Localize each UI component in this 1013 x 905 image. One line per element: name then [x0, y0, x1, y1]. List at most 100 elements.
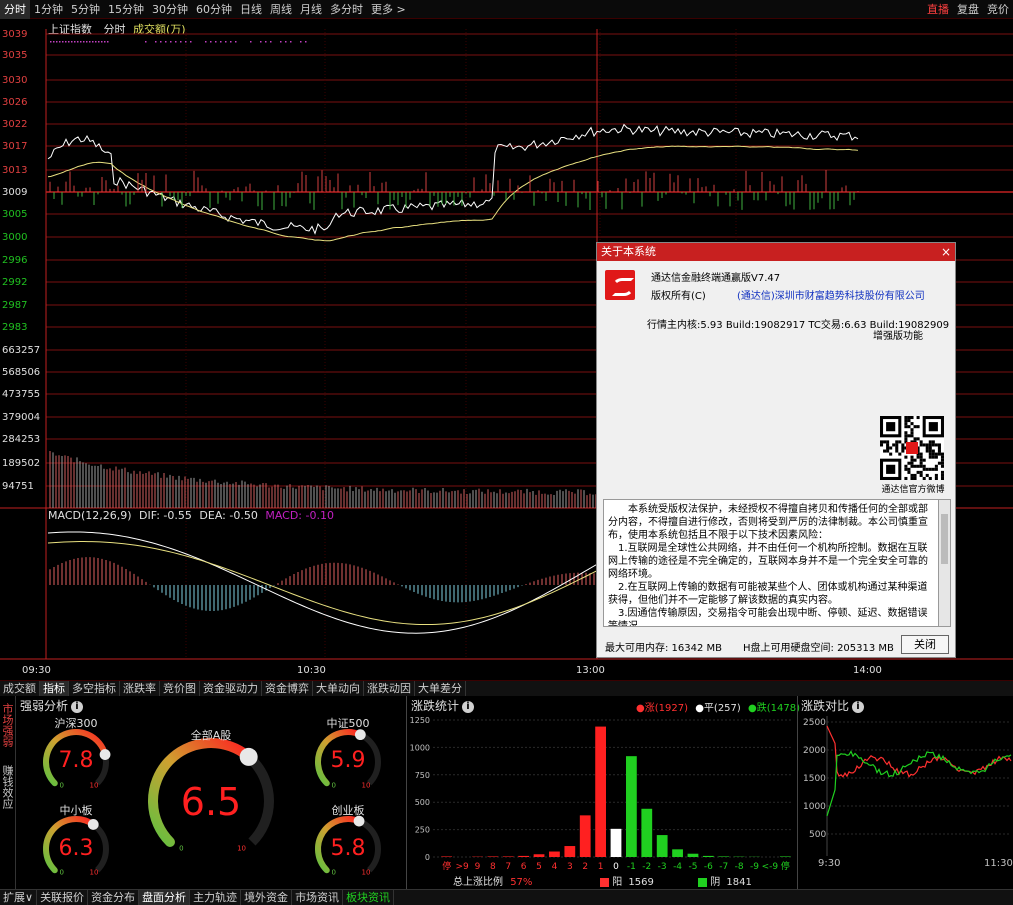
tab-big-order[interactable]: 大单动向	[313, 681, 364, 696]
gauge-label: 创业板	[331, 804, 365, 817]
close-icon[interactable]: ×	[941, 243, 951, 261]
qr-module	[928, 449, 932, 453]
tab-market-news[interactable]: 市场资讯	[292, 890, 344, 905]
replay-button[interactable]: 复盘	[953, 1, 983, 17]
signal-dot	[155, 41, 157, 43]
tab-monthly[interactable]: 月线	[296, 0, 326, 19]
disclaimer-paragraph: 3.因通信传输原因，交易指令可能会出现中断、停顿、延迟、数据错误等情况。	[608, 608, 928, 627]
tab-long-short[interactable]: 多空指标	[69, 681, 120, 696]
tab-more[interactable]: 更多 >	[367, 0, 410, 19]
tab-intraday[interactable]: 分时	[0, 0, 30, 19]
bar-x-tick: 1	[598, 862, 604, 871]
dialog-titlebar[interactable]: 关于本系统 ×	[597, 243, 955, 261]
compare-y-tick: 1000	[803, 802, 826, 812]
side-tabs: 市场强弱 赚钱效应	[0, 696, 16, 889]
bar-x-tick: 0	[613, 862, 619, 871]
volume-tick: 379004	[2, 412, 41, 423]
gauge-min-label: 0	[332, 869, 336, 877]
tab-fund-drive[interactable]: 资金驱动力	[200, 681, 262, 696]
price-tick: 3000	[2, 232, 28, 243]
tab-foreign-funds[interactable]: 境外资金	[241, 890, 293, 905]
qr-module	[901, 446, 905, 450]
qr-module	[889, 446, 893, 450]
updown-bar	[610, 828, 622, 857]
qr-module	[931, 455, 935, 459]
signal-dot	[265, 41, 267, 43]
disclaimer-paragraph: 本系统受版权法保护，未经授权不得擅自拷贝和传播任何的全部或部分内容，不得擅自进行…	[608, 504, 928, 541]
tab-big-order-diff[interactable]: 大单差分	[415, 681, 466, 696]
qr-module	[937, 452, 941, 456]
auction-button[interactable]: 竞价	[983, 1, 1013, 17]
tab-market-analysis[interactable]: 盘面分析	[139, 890, 191, 905]
macd-params: MACD(12,26,9)	[48, 509, 132, 522]
bar-x-tick: 2	[582, 862, 588, 871]
tab-60min[interactable]: 60分钟	[192, 0, 236, 19]
tab-money-effect[interactable]: 赚钱效应	[1, 758, 14, 814]
qr-module	[922, 443, 926, 447]
qr-module	[940, 455, 944, 459]
updown-bar	[702, 855, 714, 857]
about-dialog: 关于本系统 × 通达信金融终端通赢版V7.47 版权所有(C) (通达信)深圳市…	[596, 242, 956, 658]
qr-module	[940, 461, 944, 465]
tab-related-quotes[interactable]: 关联报价	[37, 890, 89, 905]
tab-1min[interactable]: 1分钟	[30, 0, 67, 19]
gauge-max-label: 10	[237, 844, 246, 852]
signal-dot	[250, 41, 252, 43]
qr-module	[928, 446, 932, 450]
qr-module	[934, 464, 938, 468]
tab-auction[interactable]: 竞价图	[160, 681, 200, 696]
qr-module	[913, 464, 917, 468]
tab-expand[interactable]: 扩展∨	[0, 890, 38, 905]
qr-caption: 通达信官方微博	[881, 485, 945, 495]
qr-module	[907, 434, 911, 438]
qr-module	[940, 464, 944, 468]
qr-module	[925, 443, 929, 447]
tab-indicator[interactable]: 指标	[40, 681, 69, 696]
ratio-value: 57%	[510, 877, 533, 888]
bottom-tabs: 扩展∨ 关联报价 资金分布 盘面分析 主力轨迹 境外资金 市场资讯 板块资讯	[0, 889, 1013, 905]
qr-module	[934, 473, 938, 477]
tab-fund-game[interactable]: 资金博弈	[262, 681, 313, 696]
qr-module	[910, 464, 914, 468]
tab-5min[interactable]: 5分钟	[67, 0, 104, 19]
tab-turnover[interactable]: 成交额	[0, 681, 40, 696]
yin-swatch	[698, 877, 707, 887]
tab-15min[interactable]: 15分钟	[104, 0, 148, 19]
bar-x-tick: 5	[536, 862, 542, 871]
qr-module	[907, 470, 911, 474]
qr-module	[886, 449, 890, 453]
tab-daily[interactable]: 日线	[236, 0, 266, 19]
signal-dot	[305, 41, 307, 43]
tab-multi-intraday[interactable]: 多分时	[326, 0, 367, 19]
tab-updown-cause[interactable]: 涨跌动因	[364, 681, 415, 696]
qr-module	[913, 458, 917, 462]
company-link[interactable]: (通达信)深圳市财富趋势科技股份有限公司	[737, 287, 925, 302]
qr-module	[901, 449, 905, 453]
tab-market-strength[interactable]: 市场强弱	[1, 696, 14, 752]
tab-main-track[interactable]: 主力轨迹	[190, 890, 242, 905]
signal-dot	[280, 41, 282, 43]
gauge-max-label: 10	[362, 869, 371, 877]
gauge-value: 6.3	[58, 836, 94, 861]
tab-weekly[interactable]: 周线	[266, 0, 296, 19]
disclaimer-scrollbar[interactable]	[939, 499, 951, 627]
price-tick: 3030	[2, 75, 28, 86]
qr-logo-icon	[906, 442, 918, 454]
updown-bar	[672, 849, 683, 857]
qr-module	[925, 473, 929, 477]
tab-updown-rate[interactable]: 涨跌率	[120, 681, 160, 696]
tab-sector-news[interactable]: 板块资讯	[343, 890, 395, 905]
gauge-value: 6.5	[180, 780, 242, 824]
signal-dot	[50, 41, 52, 43]
qr-module	[925, 467, 929, 471]
macd-legend: MACD(12,26,9) DIF: -0.55 DEA: -0.50 MACD…	[48, 509, 334, 522]
qr-module	[925, 449, 929, 453]
tab-30min[interactable]: 30分钟	[148, 0, 192, 19]
scrollbar-thumb[interactable]	[941, 514, 948, 564]
qr-module	[904, 467, 908, 471]
bar-x-tick: <-9	[762, 862, 779, 871]
live-button[interactable]: 直播	[923, 1, 953, 17]
close-button[interactable]: 关闭	[901, 635, 949, 654]
tab-fund-distribution[interactable]: 资金分布	[88, 890, 140, 905]
signal-dot	[80, 41, 82, 43]
